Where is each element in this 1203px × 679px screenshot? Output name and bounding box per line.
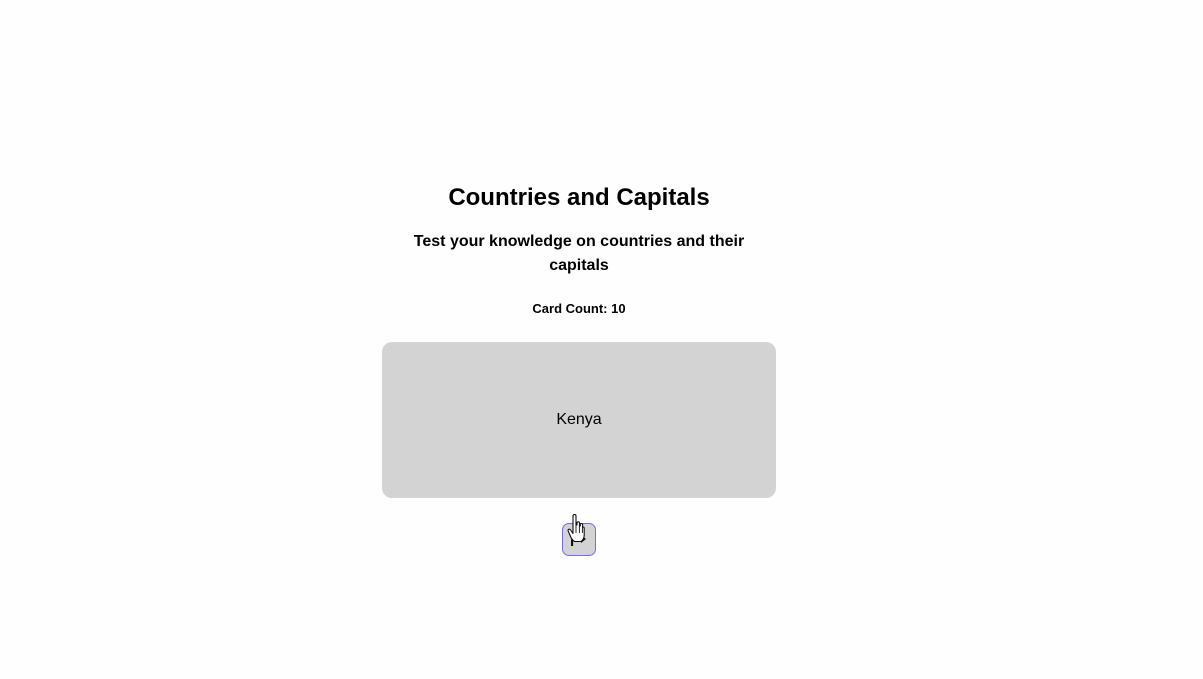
card-count: Card Count: 10	[532, 301, 626, 316]
page-subtitle: Test your knowledge on countries and the…	[413, 233, 745, 274]
page: Countries and Capitals Test your knowled…	[0, 0, 1203, 679]
flashcard-app: Countries and Capitals Test your knowled…	[382, 180, 776, 556]
flashcard-text: Kenya	[556, 411, 602, 428]
page-title: Countries and Capitals	[448, 184, 710, 211]
arrow-right-icon	[571, 533, 587, 547]
flashcard[interactable]: Kenya	[382, 342, 776, 498]
next-card-button[interactable]	[562, 523, 596, 556]
